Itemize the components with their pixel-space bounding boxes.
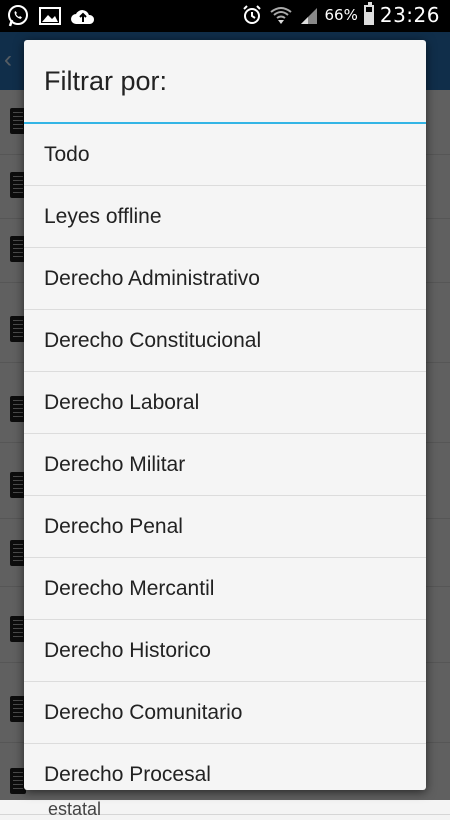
option-derecho-laboral[interactable]: Derecho Laboral	[24, 372, 426, 434]
option-derecho-penal[interactable]: Derecho Penal	[24, 496, 426, 558]
option-derecho-militar[interactable]: Derecho Militar	[24, 434, 426, 496]
alarm-icon	[241, 4, 263, 26]
clock: 23:26	[379, 3, 440, 27]
option-derecho-mercantil[interactable]: Derecho Mercantil	[24, 558, 426, 620]
option-leyes-offline[interactable]: Leyes offline	[24, 186, 426, 248]
status-bar: 66% 23:26	[0, 0, 450, 32]
option-derecho-administrativo[interactable]: Derecho Administrativo	[24, 248, 426, 310]
dialog-title: Filtrar por:	[24, 40, 426, 124]
option-derecho-comunitario[interactable]: Derecho Comunitario	[24, 682, 426, 744]
list-item-text: estatal	[48, 799, 102, 819]
wifi-icon	[269, 4, 293, 26]
option-derecho-constitucional[interactable]: Derecho Constitucional	[24, 310, 426, 372]
cloud-upload-icon	[70, 4, 96, 28]
filter-dialog: Filtrar por: Todo Leyes offline Derecho …	[24, 40, 426, 790]
battery-percentage: 66%	[324, 6, 358, 24]
image-icon	[38, 4, 62, 28]
option-derecho-procesal[interactable]: Derecho Procesal	[24, 744, 426, 790]
option-derecho-historico[interactable]: Derecho Historico	[24, 620, 426, 682]
option-todo[interactable]: Todo	[24, 124, 426, 186]
signal-icon	[299, 5, 319, 25]
battery-icon	[363, 2, 374, 25]
whatsapp-icon	[6, 4, 30, 28]
